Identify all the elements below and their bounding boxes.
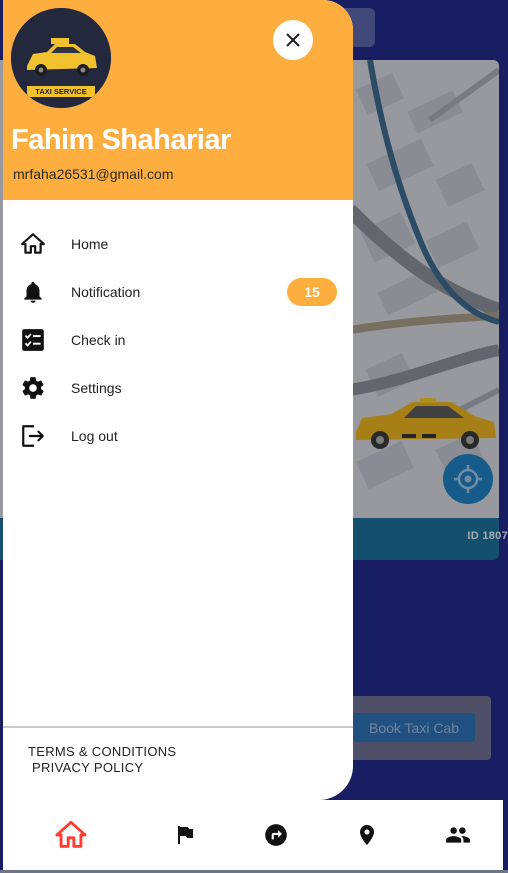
- home-icon: [20, 231, 46, 257]
- menu-label-log-out: Log out: [71, 428, 118, 444]
- menu-label-check-in: Check in: [71, 332, 126, 348]
- flag-icon: [178, 826, 193, 844]
- bell-icon: [20, 279, 46, 305]
- menu-label-home: Home: [71, 236, 109, 252]
- home-icon: [55, 820, 87, 848]
- logout-icon: [20, 423, 46, 449]
- menu-item-settings[interactable]: Settings: [3, 364, 353, 412]
- drawer-menu: Home Notification 15 Check in Settings L…: [3, 220, 353, 460]
- navigation-drawer: TAXI SERVICE Fahim Shahariar mrfaha26531…: [3, 0, 353, 800]
- nav-flag-button[interactable]: [155, 800, 215, 870]
- avatar: TAXI SERVICE: [11, 8, 111, 108]
- bottom-navigation: [3, 800, 503, 870]
- avatar-caption: TAXI SERVICE: [35, 87, 87, 96]
- gear-icon: [20, 375, 46, 401]
- menu-item-home[interactable]: Home: [3, 220, 353, 268]
- drawer-header: TAXI SERVICE Fahim Shahariar mrfaha26531…: [3, 0, 353, 200]
- notification-badge: 15: [287, 278, 337, 306]
- terms-link[interactable]: TERMS & CONDITIONS: [28, 744, 176, 759]
- nav-people-button[interactable]: [428, 800, 488, 870]
- route-icon: [265, 824, 287, 846]
- privacy-policy-link[interactable]: PRIVACY POLICY: [32, 760, 143, 775]
- nav-route-button[interactable]: [246, 800, 306, 870]
- close-icon: [286, 33, 300, 47]
- menu-label-settings: Settings: [71, 380, 122, 396]
- nav-location-button[interactable]: [337, 800, 397, 870]
- menu-item-check-in[interactable]: Check in: [3, 316, 353, 364]
- people-icon: [446, 827, 470, 843]
- menu-label-notification: Notification: [71, 284, 141, 300]
- checklist-icon: [20, 327, 46, 353]
- user-email: mrfaha26531@gmail.com: [13, 166, 174, 182]
- drawer-divider: [3, 726, 353, 728]
- nav-home-button[interactable]: [41, 800, 101, 870]
- menu-item-log-out[interactable]: Log out: [3, 412, 353, 460]
- close-drawer-button[interactable]: [273, 20, 313, 60]
- user-name: Fahim Shahariar: [11, 124, 231, 156]
- menu-item-notification[interactable]: Notification 15: [3, 268, 353, 316]
- location-pin-icon: [360, 825, 374, 845]
